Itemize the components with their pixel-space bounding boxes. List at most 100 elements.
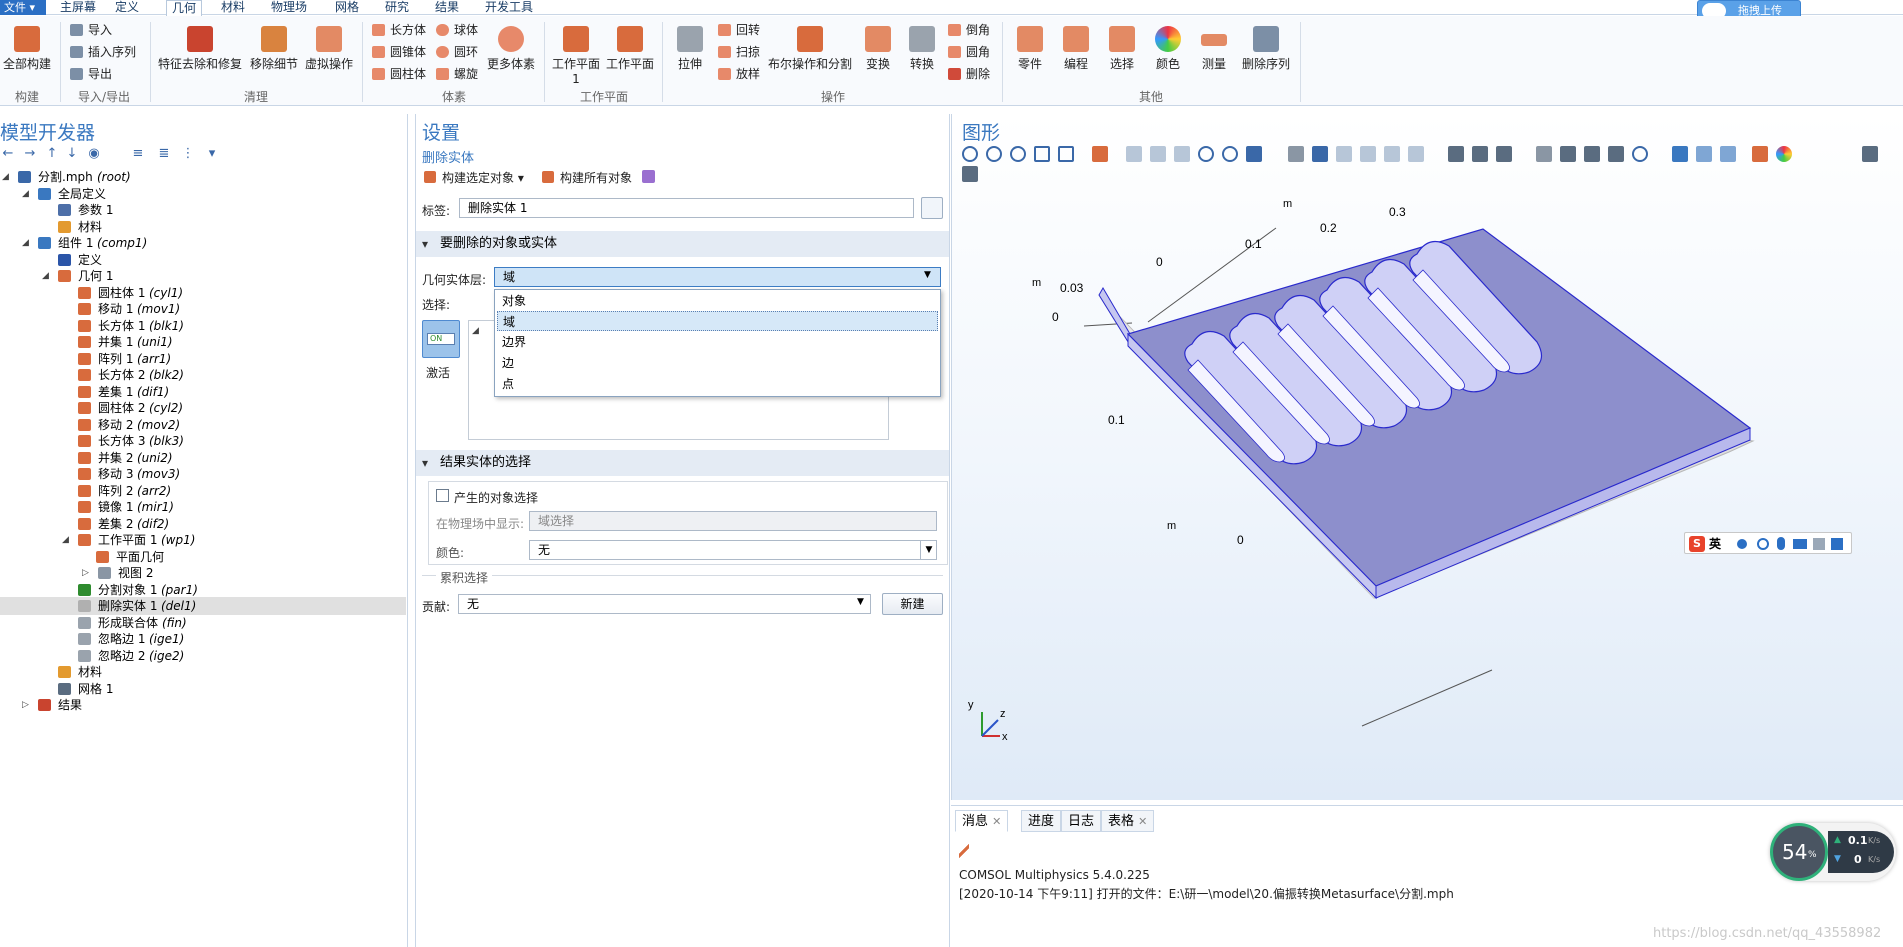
tree-item-ignore-edges-2[interactable]: 忽略边 2 (ige2) bbox=[0, 647, 406, 665]
zoom-extents-icon[interactable] bbox=[1058, 146, 1074, 162]
cone-button[interactable]: 圆锥体 bbox=[372, 42, 426, 62]
programming-button[interactable]: 编程 bbox=[1054, 26, 1098, 72]
tree-item-mirror-1[interactable]: 镜像 1 (mir1) bbox=[0, 498, 406, 516]
new-button[interactable]: 新建 bbox=[882, 593, 943, 615]
tree-item-block-2[interactable]: 长方体 2 (blk2) bbox=[0, 366, 406, 384]
block-button[interactable]: 长方体 bbox=[372, 20, 426, 40]
booleans-button[interactable]: 布尔操作和分割 bbox=[766, 26, 854, 72]
collapse-icon[interactable]: ◢ bbox=[472, 326, 479, 336]
section-entities-header[interactable]: 要删除的对象或实体 bbox=[416, 231, 949, 257]
rename-icon[interactable] bbox=[921, 197, 943, 219]
tab-results[interactable]: 结果 bbox=[430, 0, 464, 15]
tree-item-root[interactable]: ◢ 分割.mph (root) bbox=[0, 168, 406, 186]
zoom-out-icon[interactable] bbox=[986, 146, 1002, 162]
virtual-ops-button[interactable]: 虚拟操作 bbox=[302, 26, 356, 72]
speed-widget[interactable]: 54 % ▲ 0.1 K/s ▼ 0 K/s bbox=[1770, 823, 1896, 881]
color-select[interactable]: 无 bbox=[529, 540, 937, 560]
export-button[interactable]: 导出 bbox=[70, 64, 112, 84]
more-primitives-button[interactable]: 更多体素 bbox=[486, 26, 536, 72]
clear-icon[interactable] bbox=[959, 844, 969, 858]
work-plane-1-button[interactable]: 工作平面 1 bbox=[550, 26, 602, 86]
chamfer-button[interactable]: 倒角 bbox=[948, 20, 990, 40]
tree-item-work-plane-1[interactable]: ◢ 工作平面 1 (wp1) bbox=[0, 531, 406, 549]
fillet-button[interactable]: 圆角 bbox=[948, 42, 990, 62]
window-icon[interactable] bbox=[1672, 146, 1688, 162]
rotate-icon[interactable] bbox=[1198, 146, 1214, 162]
remove-details-button[interactable]: 移除细节 bbox=[248, 26, 300, 72]
hide-icon[interactable] bbox=[1536, 146, 1552, 162]
select-boundary-icon[interactable] bbox=[1336, 146, 1352, 162]
render-icon[interactable] bbox=[1752, 146, 1768, 162]
tab-progress[interactable]: 进度 bbox=[1021, 810, 1062, 832]
parts-button[interactable]: 零件 bbox=[1008, 26, 1052, 72]
build-selected-button[interactable]: 构建选定对象 ▾ bbox=[424, 169, 524, 186]
close-icon[interactable]: ✕ bbox=[1138, 815, 1147, 828]
expand-icon[interactable]: ◢ bbox=[2, 168, 9, 186]
import-button[interactable]: 导入 bbox=[70, 20, 112, 40]
measure-button[interactable]: 测量 bbox=[1192, 26, 1236, 72]
tree-item-block-3[interactable]: 长方体 3 (blk3) bbox=[0, 432, 406, 450]
graphics-icon[interactable] bbox=[642, 170, 655, 183]
scene-light-icon[interactable] bbox=[1448, 146, 1464, 162]
yz-view-icon[interactable] bbox=[1150, 146, 1166, 162]
select-domain-icon[interactable] bbox=[1312, 146, 1328, 162]
tree-item-difference-2[interactable]: 差集 2 (dif2) bbox=[0, 515, 406, 533]
print-icon[interactable] bbox=[962, 166, 978, 182]
activate-toggle[interactable]: ON bbox=[422, 320, 460, 358]
tree-item-form-union[interactable]: 形成联合体 (fin) bbox=[0, 614, 406, 632]
split-view-icon[interactable] bbox=[1720, 146, 1736, 162]
sweep-button[interactable]: 扫掠 bbox=[718, 42, 760, 62]
option-boundary[interactable]: 边界 bbox=[497, 332, 938, 352]
dropdown-icon[interactable]: ▾ bbox=[204, 146, 220, 162]
tab-messages[interactable]: 消息 ✕ bbox=[955, 810, 1009, 832]
extrude-button[interactable]: 拉伸 bbox=[668, 26, 712, 72]
tree-item-mesh-1[interactable]: 网格 1 bbox=[0, 680, 406, 698]
insert-sequence-button[interactable]: 插入序列 bbox=[70, 42, 136, 62]
new-window-icon[interactable] bbox=[1696, 146, 1712, 162]
zoom-box-icon[interactable] bbox=[1010, 146, 1026, 162]
select-object-icon[interactable] bbox=[1288, 146, 1304, 162]
selections-button[interactable]: 选择 bbox=[1100, 26, 1144, 72]
tree-item-materials[interactable]: 材料 bbox=[0, 663, 406, 681]
expand-icon[interactable]: ◢ bbox=[42, 267, 49, 285]
tree-item-move-2[interactable]: 移动 2 (mov2) bbox=[0, 416, 406, 434]
view-icon[interactable] bbox=[1584, 146, 1600, 162]
label-field[interactable]: 删除实体 1 bbox=[459, 198, 914, 218]
reset-icon[interactable] bbox=[1632, 146, 1648, 162]
helix-button[interactable]: 螺旋 bbox=[436, 64, 478, 84]
expand-icon[interactable]: ▷ bbox=[22, 696, 29, 714]
revolve-button[interactable]: 回转 bbox=[718, 20, 760, 40]
tree-item-view-2[interactable]: ▷ 视图 2 bbox=[0, 564, 406, 582]
tree-item-plane-geometry[interactable]: 平面几何 bbox=[0, 548, 406, 566]
move-down-icon[interactable]: ↓ bbox=[64, 146, 80, 162]
axis-views-icon[interactable] bbox=[1092, 146, 1108, 162]
tree-item-delete-entities-1[interactable]: 删除实体 1 (del1) bbox=[0, 597, 406, 615]
geom-level-select[interactable]: 域 bbox=[494, 267, 941, 287]
expand-icon[interactable]: ◢ bbox=[22, 234, 29, 252]
cylinder-button[interactable]: 圆柱体 bbox=[372, 64, 426, 84]
sphere-button[interactable]: 球体 bbox=[436, 20, 478, 40]
tree-item-materials[interactable]: 材料 bbox=[0, 218, 406, 236]
torus-button[interactable]: 圆环 bbox=[436, 42, 478, 62]
zx-view-icon[interactable] bbox=[1174, 146, 1190, 162]
tab-geometry[interactable]: 几何 bbox=[166, 0, 202, 16]
colors-button[interactable]: 颜色 bbox=[1146, 26, 1190, 72]
tab-table[interactable]: 表格 ✕ bbox=[1101, 810, 1155, 832]
tree-item-cylinder-2[interactable]: 圆柱体 2 (cyl2) bbox=[0, 399, 406, 417]
expand-icon[interactable]: ◢ bbox=[22, 185, 29, 203]
tree-item-move-1[interactable]: 移动 1 (mov1) bbox=[0, 300, 406, 318]
close-icon[interactable]: ✕ bbox=[992, 815, 1001, 828]
tab-mesh[interactable]: 网格 bbox=[330, 0, 364, 15]
default-view-icon[interactable] bbox=[1246, 146, 1262, 162]
file-menu[interactable]: 文件 ▾ bbox=[0, 0, 46, 15]
tree-item-block-1[interactable]: 长方体 1 (blk1) bbox=[0, 317, 406, 335]
transforms-button[interactable]: 变换 bbox=[858, 26, 898, 72]
tree-item-union-2[interactable]: 并集 2 (uni2) bbox=[0, 449, 406, 467]
option-domain[interactable]: 域 bbox=[497, 311, 938, 331]
tree-item-parameters-1[interactable]: 参数 1 bbox=[0, 201, 406, 219]
zoom-in-icon[interactable] bbox=[962, 146, 978, 162]
build-all-objects-button[interactable]: 构建所有对象 bbox=[542, 169, 632, 186]
back-icon[interactable]: ← bbox=[0, 146, 16, 162]
contribute-select[interactable]: 无 bbox=[458, 594, 871, 614]
tab-log[interactable]: 日志 bbox=[1061, 810, 1102, 832]
